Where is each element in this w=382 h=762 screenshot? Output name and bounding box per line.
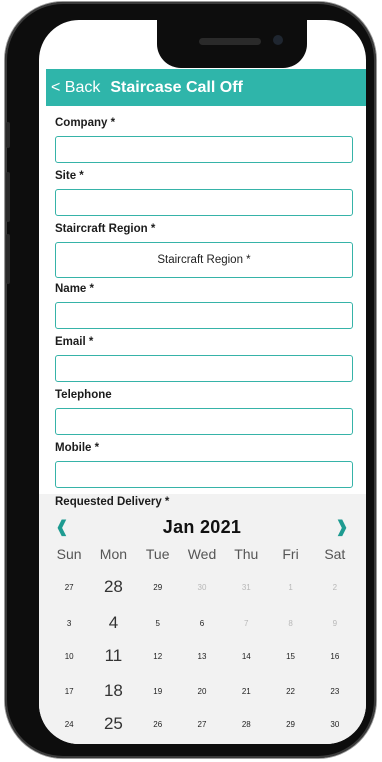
weekday-wed: Wed bbox=[187, 546, 217, 562]
email-field: Email * bbox=[55, 335, 359, 388]
calendar-day[interactable]: 13 bbox=[180, 652, 224, 661]
email-input[interactable] bbox=[55, 355, 353, 382]
calendar-month: Jan 2021 bbox=[162, 516, 242, 537]
calendar-day[interactable]: 29 bbox=[136, 583, 180, 592]
calendar-day[interactable]: 6 bbox=[180, 619, 224, 628]
telephone-label: Telephone bbox=[55, 389, 112, 401]
calendar-week-row: 10 11 12 13 14 15 16 bbox=[47, 646, 357, 666]
delivery-label: Requested Delivery * bbox=[55, 496, 170, 508]
mute-switch bbox=[6, 122, 10, 148]
camera-icon bbox=[273, 35, 283, 45]
site-field: Site * bbox=[55, 169, 359, 222]
calendar-day[interactable]: 28 bbox=[91, 577, 135, 597]
weekday-sat: Sat bbox=[324, 546, 346, 562]
mobile-input[interactable] bbox=[55, 461, 353, 488]
calendar-day[interactable]: 17 bbox=[47, 687, 91, 696]
company-label: Company * bbox=[55, 117, 116, 129]
chevron-right-icon[interactable]: ❱ bbox=[335, 517, 349, 537]
calendar-day[interactable]: 10 bbox=[47, 652, 91, 661]
telephone-field: Telephone bbox=[55, 388, 359, 441]
chevron-left-icon[interactable]: ❰ bbox=[55, 517, 69, 537]
name-label: Name * bbox=[55, 283, 94, 295]
speaker-grille bbox=[199, 38, 261, 45]
weekday-fri: Fri bbox=[282, 546, 299, 562]
site-input[interactable] bbox=[55, 189, 353, 216]
calendar-day[interactable]: 1 bbox=[268, 583, 312, 592]
calendar-day[interactable]: 22 bbox=[268, 687, 312, 696]
calendar-day[interactable]: 29 bbox=[268, 720, 312, 729]
page-title: Staircase Call Off bbox=[110, 78, 243, 96]
company-input[interactable] bbox=[55, 136, 353, 163]
app-screen: < Back Staircase Call Off Company * Site… bbox=[39, 20, 366, 744]
region-label: Staircraft Region * bbox=[55, 223, 156, 235]
calendar-day[interactable]: 15 bbox=[268, 652, 312, 661]
calendar-day[interactable]: 3 bbox=[47, 619, 91, 628]
region-select[interactable]: Staircraft Region * bbox=[55, 242, 353, 278]
calendar-day[interactable]: 28 bbox=[224, 720, 268, 729]
calendar-day[interactable]: 24 bbox=[47, 720, 91, 729]
calendar-day[interactable]: 30 bbox=[313, 720, 357, 729]
name-input[interactable] bbox=[55, 302, 353, 329]
calendar-day[interactable]: 11 bbox=[91, 646, 135, 666]
weekday-tue: Tue bbox=[145, 546, 170, 562]
delivery-calendar: ❰ Jan 2021 ❱ Sun Mon Tue Wed Thu Fri Sat… bbox=[39, 494, 366, 744]
back-button[interactable]: < Back bbox=[51, 79, 100, 97]
site-label: Site * bbox=[55, 170, 84, 182]
calendar-day[interactable]: 5 bbox=[136, 619, 180, 628]
calendar-week-row: 17 18 19 20 21 22 23 bbox=[47, 681, 357, 701]
calendar-day[interactable]: 21 bbox=[224, 687, 268, 696]
calendar-day[interactable]: 7 bbox=[224, 619, 268, 628]
calendar-day[interactable]: 27 bbox=[47, 583, 91, 592]
telephone-input[interactable] bbox=[55, 408, 353, 435]
calendar-header: ❰ Jan 2021 ❱ bbox=[55, 515, 349, 539]
calendar-day[interactable]: 31 bbox=[224, 583, 268, 592]
company-field: Company * bbox=[55, 116, 359, 169]
calendar-day[interactable]: 2 bbox=[313, 583, 357, 592]
notch bbox=[157, 20, 307, 68]
calendar-day[interactable]: 26 bbox=[136, 720, 180, 729]
region-field: Staircraft Region * Staircraft Region * bbox=[55, 222, 359, 282]
phone-frame: < Back Staircase Call Off Company * Site… bbox=[5, 2, 376, 758]
calendar-day[interactable]: 30 bbox=[180, 583, 224, 592]
calendar-day[interactable]: 23 bbox=[313, 687, 357, 696]
weekday-thu: Thu bbox=[234, 546, 259, 562]
weekday-mon: Mon bbox=[99, 546, 128, 562]
calendar-day[interactable]: 27 bbox=[180, 720, 224, 729]
calendar-day[interactable]: 19 bbox=[136, 687, 180, 696]
volume-up-button bbox=[6, 172, 10, 222]
mobile-field: Mobile * bbox=[55, 441, 359, 494]
mobile-label: Mobile * bbox=[55, 442, 100, 454]
calendar-day[interactable]: 9 bbox=[313, 619, 357, 628]
weekday-sun: Sun bbox=[56, 546, 82, 562]
calendar-day[interactable]: 8 bbox=[268, 619, 312, 628]
call-off-form: Company * Site * Staircraft Region * Sta… bbox=[55, 116, 359, 494]
calendar-day[interactable]: 14 bbox=[224, 652, 268, 661]
calendar-day[interactable]: 20 bbox=[180, 687, 224, 696]
calendar-day[interactable]: 4 bbox=[91, 613, 135, 633]
calendar-day[interactable]: 12 bbox=[136, 652, 180, 661]
calendar-week-row: 24 25 26 27 28 29 30 bbox=[47, 714, 357, 734]
calendar-day[interactable]: 16 bbox=[313, 652, 357, 661]
weekday-row: Sun Mon Tue Wed Thu Fri Sat bbox=[47, 546, 357, 562]
name-field: Name * bbox=[55, 282, 359, 335]
volume-down-button bbox=[6, 234, 10, 284]
nav-header: < Back Staircase Call Off bbox=[46, 69, 366, 106]
email-label: Email * bbox=[55, 336, 94, 348]
calendar-day[interactable]: 25 bbox=[91, 714, 135, 734]
calendar-week-row: 27 28 29 30 31 1 2 bbox=[47, 577, 357, 597]
calendar-week-row: 3456789 bbox=[47, 613, 357, 633]
calendar-day[interactable]: 18 bbox=[91, 681, 135, 701]
